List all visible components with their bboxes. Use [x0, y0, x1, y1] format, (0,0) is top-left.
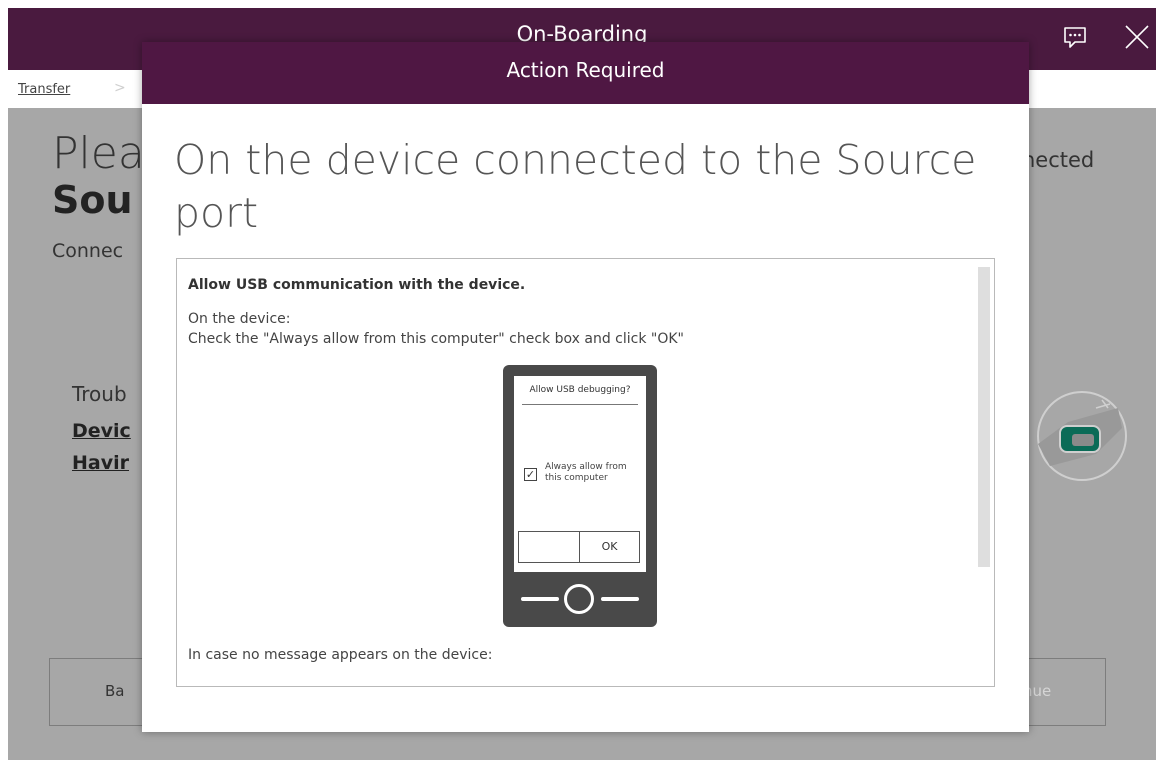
checkbox-checked-icon: ✓	[524, 468, 537, 481]
bg-connect-text: Connec	[52, 240, 124, 262]
bg-connected-text: nected	[1022, 148, 1095, 172]
dialog-heading: On the device connected to the Source po…	[174, 136, 977, 237]
instruction-line: In case no message appears on the device…	[188, 647, 493, 663]
phone-ok-button: OK	[579, 531, 640, 563]
usb-connector-icon	[1010, 378, 1140, 498]
phone-cancel-button	[518, 531, 580, 563]
phone-screen: Allow USB debugging? ✓ Always allow from…	[514, 376, 646, 572]
instruction-line: Check the "Always allow from this comput…	[188, 331, 684, 347]
bg-having-link[interactable]: Havir	[72, 452, 129, 474]
menu-key-icon	[601, 597, 639, 601]
usb-debugging-prompt-title: Allow USB debugging?	[529, 385, 631, 395]
instruction-line: On the device:	[188, 311, 291, 327]
breadcrumb-transfer[interactable]: Transfer	[18, 82, 70, 97]
home-button-icon	[564, 584, 594, 614]
back-button-label: Ba	[105, 682, 125, 700]
bg-troubleshoot-heading: Troub	[72, 382, 127, 406]
dialog-title: Action Required	[506, 58, 665, 82]
instructions-panel[interactable]: Allow USB communication with the device.…	[176, 258, 995, 687]
close-icon[interactable]	[1120, 20, 1154, 54]
instruction-heading: Allow USB communication with the device.	[188, 277, 526, 293]
back-key-icon	[521, 597, 559, 601]
scrollbar[interactable]	[978, 267, 990, 567]
divider	[522, 404, 638, 405]
breadcrumb-separator: >	[114, 80, 126, 96]
bg-page-heading: Plea	[52, 128, 145, 179]
dialog-header: Action Required	[142, 42, 1029, 104]
feedback-icon[interactable]	[1058, 20, 1092, 54]
bg-page-heading-bold: Sou	[52, 178, 133, 222]
action-required-dialog: Action Required On the device connected …	[142, 42, 1029, 732]
phone-illustration: Allow USB debugging? ✓ Always allow from…	[503, 365, 657, 627]
bg-device-link[interactable]: Devic	[72, 420, 131, 442]
checkbox-label: Always allow from this computer	[545, 462, 627, 483]
